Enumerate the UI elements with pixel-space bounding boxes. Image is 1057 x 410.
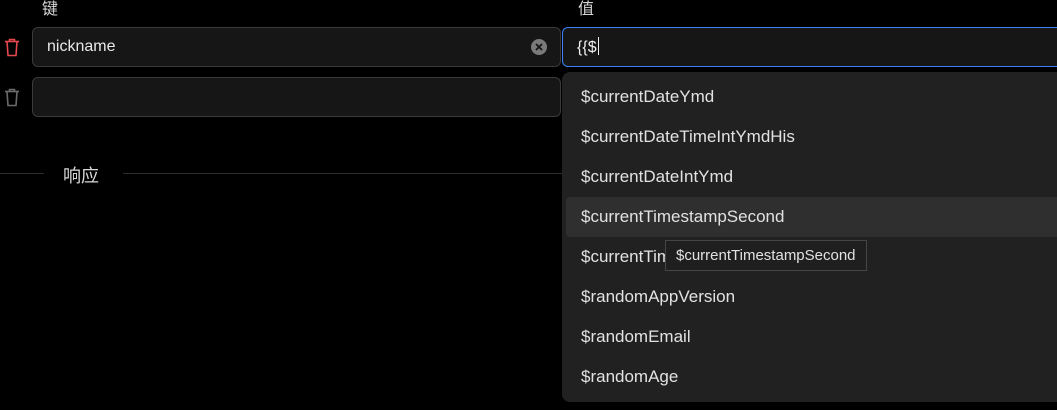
- autocomplete-option[interactable]: $currentDateTimeIntYmdHis: [566, 117, 1057, 157]
- params-editor: 键 值 {{$ 响应 $currentDateYm: [0, 0, 1057, 410]
- divider: [0, 173, 44, 174]
- value-column-header: 值: [578, 0, 595, 18]
- response-section-label: 响应: [63, 166, 99, 187]
- trash-icon: [5, 88, 19, 106]
- autocomplete-option[interactable]: $randomEmail: [566, 317, 1057, 357]
- trash-icon: [5, 38, 19, 56]
- value-input[interactable]: {{$: [562, 27, 1057, 67]
- divider: [123, 173, 562, 174]
- autocomplete-option[interactable]: $randomAppVersion: [566, 277, 1057, 317]
- autocomplete-option[interactable]: $currentDateIntYmd: [566, 157, 1057, 197]
- clear-button[interactable]: [531, 39, 547, 55]
- autocomplete-option[interactable]: $currentDateYmd: [566, 77, 1057, 117]
- autocomplete-option-hovered[interactable]: $currentTimestampSecond: [566, 197, 1057, 237]
- option-tooltip: $currentTimestampSecond: [665, 240, 867, 271]
- key-input[interactable]: [47, 28, 526, 66]
- key-input-box: [32, 27, 561, 67]
- key-column-header: 键: [42, 0, 59, 18]
- autocomplete-dropdown: $currentDateYmd $currentDateTimeIntYmdHi…: [562, 72, 1057, 402]
- autocomplete-option[interactable]: $randomAge: [566, 357, 1057, 397]
- key-input-box: [32, 77, 561, 117]
- text-caret: [597, 37, 599, 55]
- value-input-text: {{$: [577, 37, 599, 56]
- clear-circle-icon: [535, 43, 543, 51]
- key-input[interactable]: [47, 78, 526, 116]
- delete-row-button[interactable]: [2, 86, 22, 108]
- delete-row-button[interactable]: [2, 36, 22, 58]
